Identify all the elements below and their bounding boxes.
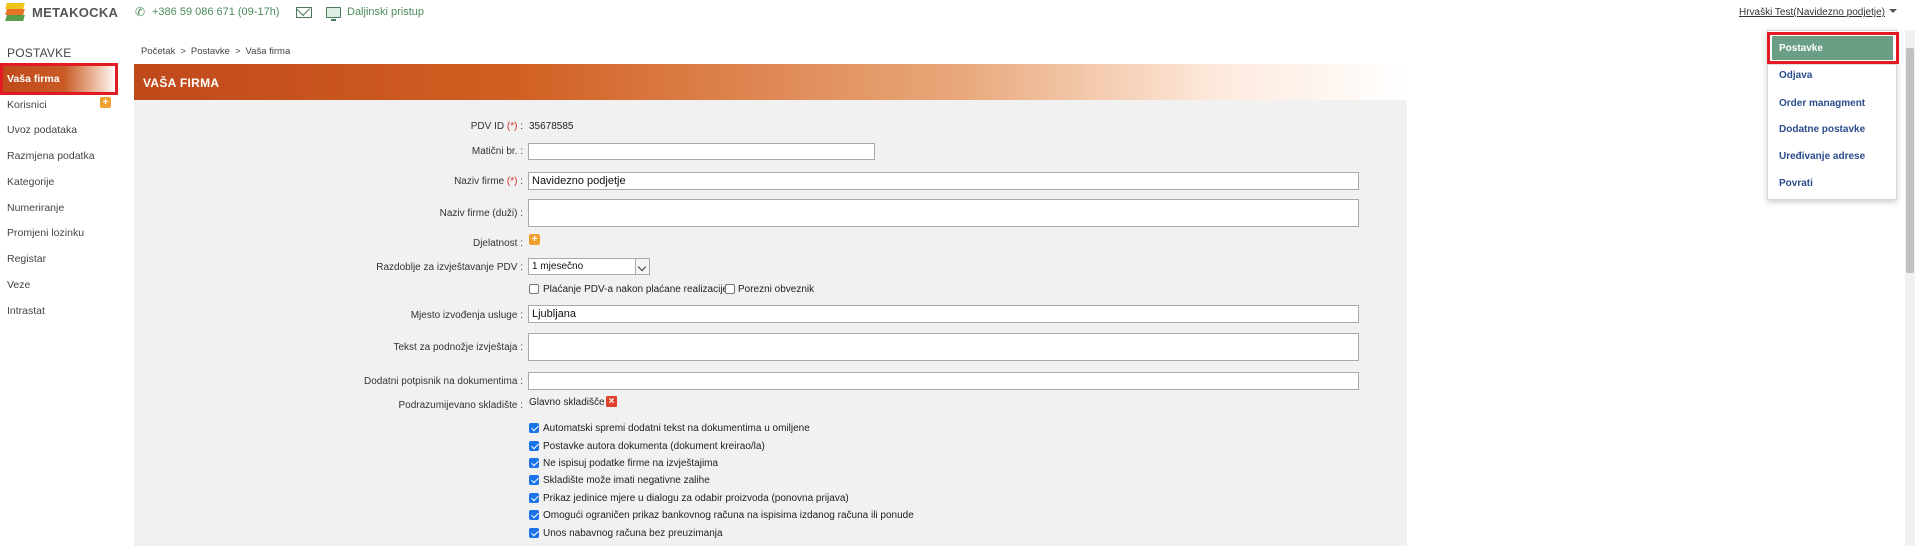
sidebar-item-promjeni-lozinku[interactable]: Promjeni lozinku <box>7 227 84 239</box>
menu-item-dodatne-postavke[interactable]: Dodatne postavke <box>1779 124 1865 135</box>
logo-icon <box>5 3 28 21</box>
sidebar-item-numeriranje[interactable]: Numeriranje <box>7 202 64 214</box>
option-label: Postavke autora dokumenta (dokument krei… <box>543 441 765 452</box>
mjesto-label: Mjesto izvođenja usluge : <box>410 310 523 321</box>
maticni-label: Matični br. : <box>471 146 523 157</box>
phone-contact[interactable]: ✆ +386 59 086 671 (09-17h) <box>135 6 279 18</box>
option-label: Automatski spremi dodatni tekst na dokum… <box>543 423 810 434</box>
chevron-down-icon <box>635 259 649 274</box>
sidebar-item-korisnici[interactable]: Korisnici <box>7 99 47 111</box>
porezni-obveznik-label: Porezni obveznik <box>738 284 815 295</box>
option-checkbox[interactable] <box>529 441 539 451</box>
dodatni-potpisnik-input[interactable] <box>528 372 1359 390</box>
dodatni-potpisnik-label: Dodatni potpisnik na dokumentima : <box>364 376 523 387</box>
naziv-firme-input[interactable]: Navidezno podjetje <box>528 172 1359 190</box>
sidebar-item-intrastat[interactable]: Intrastat <box>7 305 45 317</box>
menu-item-order-managment[interactable]: Order managment <box>1779 98 1865 109</box>
naziv-firme-label: Naziv firme (*) : <box>454 176 523 187</box>
add-user-icon[interactable]: + <box>100 97 111 108</box>
user-menu-toggle[interactable]: Hrvaški Test(Navidezno podjetje) <box>1739 7 1885 18</box>
logo-text: METAKOCKA <box>32 4 119 20</box>
breadcrumb-item-home[interactable]: Početak <box>141 46 175 57</box>
naziv-firme-duzi-input[interactable] <box>528 199 1359 227</box>
option-checkbox[interactable] <box>529 510 539 520</box>
remote-access-link[interactable]: Daljinski pristup <box>326 6 425 21</box>
option-label: Ne ispisuj podatke firme na izvještajima <box>543 458 719 469</box>
phone-number: +386 59 086 671 <box>152 6 235 18</box>
sidebar-item-razmjena-podatka[interactable]: Razmjena podatka <box>7 150 95 162</box>
maticni-input[interactable] <box>528 143 875 160</box>
pdv-id-value: 35678585 <box>529 121 574 132</box>
page-scrollbar[interactable] <box>1905 30 1915 546</box>
breadcrumb-item-postavke[interactable]: Postavke <box>191 46 230 57</box>
menu-item-uredivanje-adrese[interactable]: Uređivanje adrese <box>1779 151 1865 162</box>
sidebar-item-uvoz-podataka[interactable]: Uvoz podataka <box>7 124 77 136</box>
option-checkbox[interactable] <box>529 458 539 468</box>
tekst-podnozje-input[interactable] <box>528 333 1359 361</box>
djelatnost-label: Djelatnost : <box>472 238 523 249</box>
remote-access-label: Daljinski pristup <box>347 6 425 18</box>
option-checkbox[interactable] <box>529 423 539 433</box>
skladiste-value: Glavno skladišče <box>529 397 605 408</box>
placanje-pdv-label: Plaćanje PDV-a nakon plaćane realizacije <box>543 284 729 295</box>
remove-skladiste-icon[interactable]: × <box>606 396 617 407</box>
sidebar-title: POSTAVKE <box>7 46 72 60</box>
skladiste-label: Podrazumijevano skladište : <box>398 400 523 411</box>
naziv-firme-duzi-label: Naziv firme (duži) : <box>439 208 523 219</box>
menu-item-povrati[interactable]: Povrati <box>1779 178 1813 189</box>
tekst-podnozje-label: Tekst za podnožje izvještaja : <box>393 342 523 353</box>
porezni-obveznik-checkbox[interactable] <box>725 284 735 294</box>
option-checkbox[interactable] <box>529 475 539 485</box>
panel-body <box>134 100 1407 546</box>
option-label: Omogući ograničen prikaz bankovnog račun… <box>543 510 914 521</box>
breadcrumb: Početak > Postavke > Vaša firma <box>141 46 290 57</box>
option-label: Skladište može imati negativne zalihe <box>543 475 710 486</box>
highlight-box-menu <box>1767 32 1899 64</box>
scrollbar-thumb[interactable] <box>1906 48 1914 273</box>
sidebar-item-veze[interactable]: Veze <box>7 279 30 291</box>
menu-item-odjava[interactable]: Odjava <box>1779 70 1812 81</box>
breadcrumb-separator: > <box>234 46 241 57</box>
option-label: Unos nabavnog računa bez preuzimanja <box>543 528 723 539</box>
option-label: Prikaz jedinice mjere u dialogu za odabi… <box>543 493 849 504</box>
page-title: VAŠA FIRMA <box>143 76 220 90</box>
logo[interactable]: METAKOCKA <box>5 3 119 21</box>
option-checkbox[interactable] <box>529 493 539 503</box>
option-checkbox[interactable] <box>529 528 539 538</box>
razdoblje-label: Razdoblje za izvještavanje PDV : <box>376 262 523 273</box>
monitor-icon <box>326 6 341 21</box>
mail-icon[interactable] <box>296 7 312 18</box>
pdv-id-label: PDV ID (*) : <box>470 121 523 132</box>
menu-divider <box>1768 64 1896 65</box>
top-bar: METAKOCKA ✆ +386 59 086 671 (09-17h) Dal… <box>0 0 1915 26</box>
chevron-down-icon[interactable] <box>1889 9 1897 13</box>
breadcrumb-separator: > <box>180 46 186 57</box>
add-djelatnost-icon[interactable]: + <box>529 234 540 245</box>
highlight-box-sidebar <box>0 63 118 95</box>
panel-header: VAŠA FIRMA <box>134 64 1407 100</box>
phone-icon: ✆ <box>135 5 146 19</box>
sidebar-item-registar[interactable]: Registar <box>7 253 46 265</box>
mjesto-input[interactable]: Ljubljana <box>528 305 1359 323</box>
sidebar-item-kategorije[interactable]: Kategorije <box>7 176 54 188</box>
razdoblje-selected-value: 1 mjesečno <box>532 261 584 272</box>
breadcrumb-item-current: Vaša firma <box>245 46 291 57</box>
phone-hours: (09-17h) <box>237 6 280 18</box>
razdoblje-select[interactable]: 1 mjesečno <box>528 258 650 275</box>
placanje-pdv-checkbox[interactable] <box>529 284 539 294</box>
